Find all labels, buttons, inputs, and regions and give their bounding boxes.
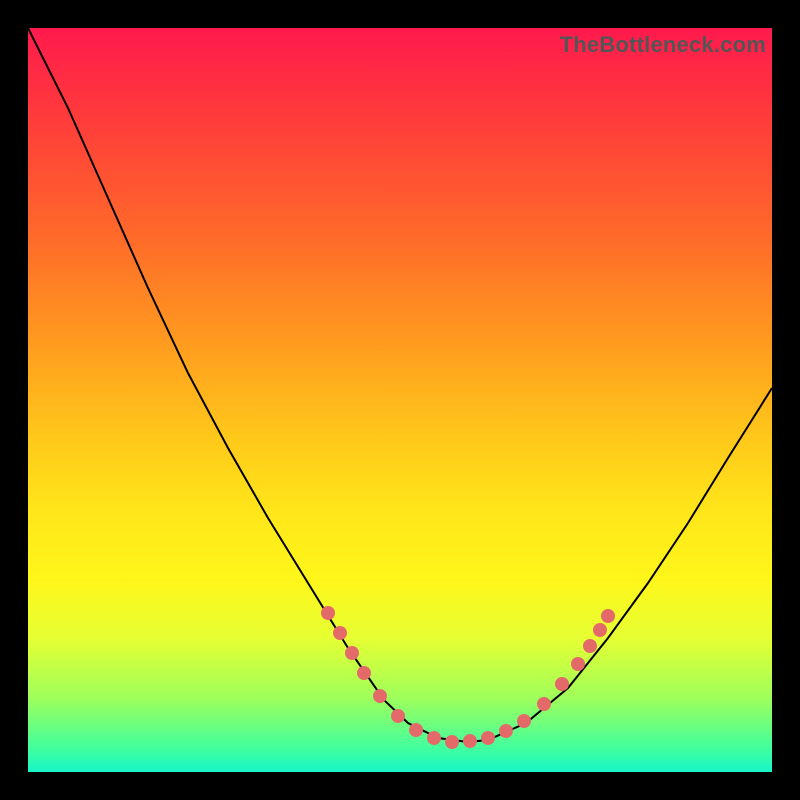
highlight-dot <box>345 646 359 660</box>
highlight-dot <box>357 666 371 680</box>
highlight-dots-group <box>321 606 615 749</box>
bottleneck-curve <box>28 28 772 742</box>
highlight-dot <box>373 689 387 703</box>
curve-layer <box>28 28 772 772</box>
highlight-dot <box>583 639 597 653</box>
highlight-dot <box>537 697 551 711</box>
highlight-dot <box>499 724 513 738</box>
highlight-dot <box>555 677 569 691</box>
highlight-dot <box>409 723 423 737</box>
highlight-dot <box>571 657 585 671</box>
gradient-plot: TheBottleneck.com <box>28 28 772 772</box>
highlight-dot <box>517 714 531 728</box>
highlight-dot <box>391 709 405 723</box>
highlight-dot <box>321 606 335 620</box>
highlight-dot <box>481 731 495 745</box>
highlight-dot <box>333 626 347 640</box>
highlight-dot <box>445 735 459 749</box>
app-frame: TheBottleneck.com <box>0 0 800 800</box>
highlight-dot <box>601 609 615 623</box>
highlight-dot <box>593 623 607 637</box>
highlight-dot <box>427 731 441 745</box>
highlight-dot <box>463 734 477 748</box>
